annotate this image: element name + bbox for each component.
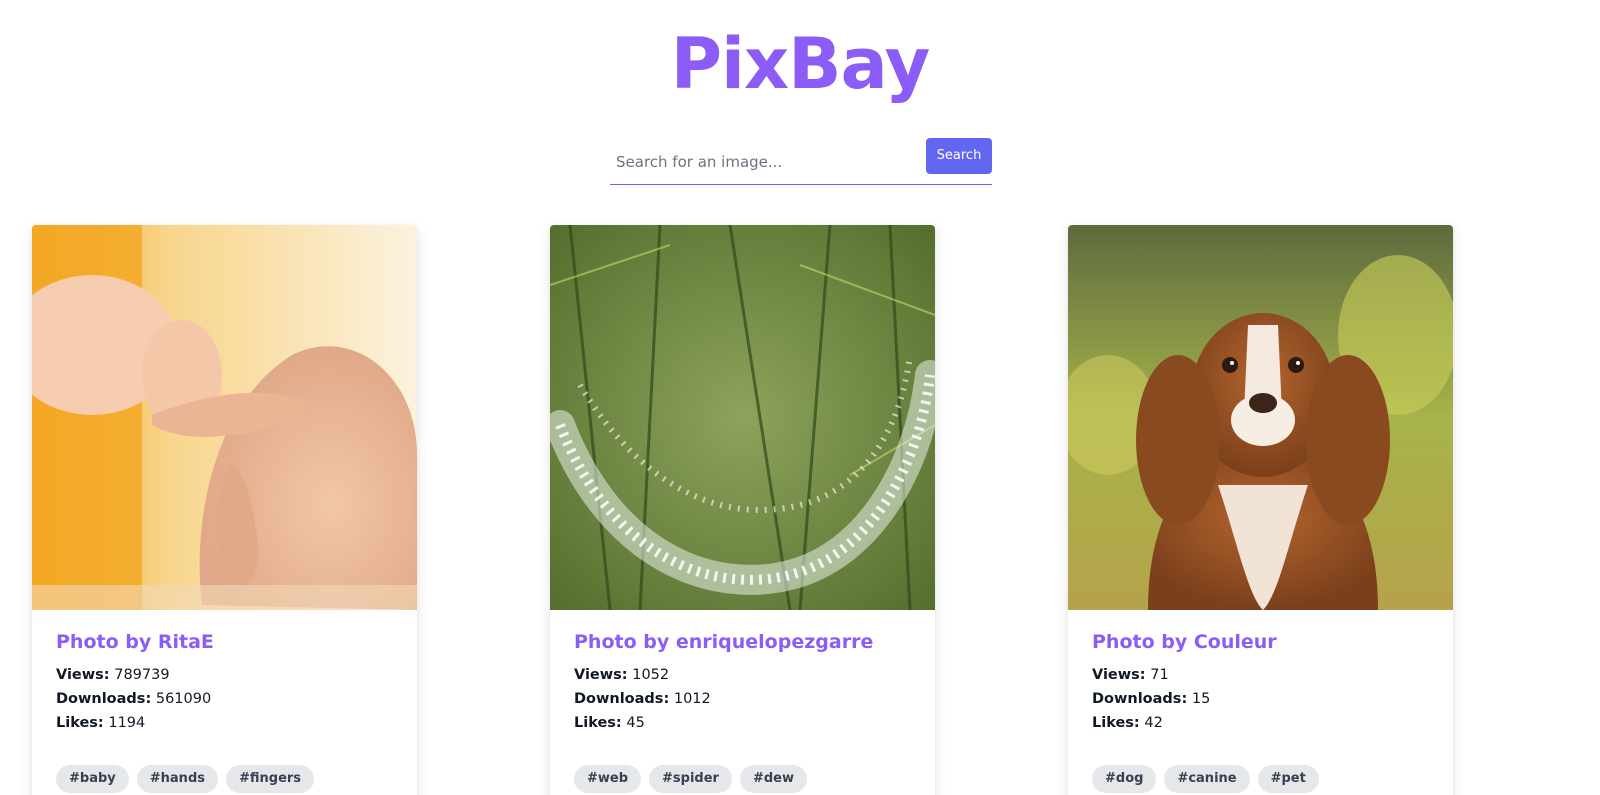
brand-title: PixBay [670,23,931,105]
downloads-stat: Downloads: 561090 [56,687,393,711]
likes-value: 1194 [108,715,146,731]
app: PixBay Search for an image... Search Pho… [0,0,1600,795]
likes-label: Likes: [56,715,104,731]
tag-list: #dog #canine #pet [1092,765,1429,793]
photographer-title[interactable]: Photo by enriquelopezgarre [574,629,911,655]
search-form: Search [610,137,992,185]
image-card[interactable]: Photo by enriquelopezgarre Views: 1052 D… [550,225,935,795]
views-stat: Views: 71 [1092,663,1429,687]
views-label: Views: [574,667,628,683]
tag-chip[interactable]: #spider [649,765,732,793]
likes-label: Likes: [574,715,622,731]
tag-chip[interactable]: #web [574,765,642,793]
downloads-label: Downloads: [1092,691,1188,707]
views-value: 71 [1150,667,1169,683]
search-button[interactable]: Search [926,137,992,174]
photographer-title[interactable]: Photo by RitaE [56,629,393,655]
photo-baby-hands-art [32,225,417,610]
card-body: Photo by enriquelopezgarre Views: 1052 D… [550,610,935,793]
views-value: 789739 [114,667,170,683]
image-card[interactable]: Photo by RitaE Views: 789739 Downloads: … [32,225,417,795]
likes-stat: Likes: 42 [1092,711,1429,735]
photo-baby-hands[interactable] [32,225,417,610]
tag-chip[interactable]: #hands [136,765,218,793]
card-body: Photo by RitaE Views: 789739 Downloads: … [32,610,417,793]
tag-chip[interactable]: #dew [739,765,807,793]
likes-value: 45 [626,715,645,731]
views-value: 1052 [632,667,670,683]
downloads-label: Downloads: [56,691,152,707]
downloads-stat: Downloads: 1012 [574,687,911,711]
tag-chip[interactable]: #fingers [225,765,315,793]
image-card[interactable]: Photo by Couleur Views: 71 Downloads: 15… [1068,225,1453,795]
views-stat: Views: 1052 [574,663,911,687]
tag-chip[interactable]: #dog [1092,765,1157,793]
photo-dew-web[interactable] [550,225,935,610]
downloads-stat: Downloads: 15 [1092,687,1429,711]
photographer-title[interactable]: Photo by Couleur [1092,629,1429,655]
tag-chip[interactable]: #baby [56,765,129,793]
downloads-value: 1012 [673,691,711,707]
likes-stat: Likes: 45 [574,711,911,735]
downloads-value: 561090 [155,691,212,707]
views-label: Views: [1092,667,1146,683]
downloads-label: Downloads: [574,691,670,707]
photo-dog[interactable] [1068,225,1453,610]
tag-chip[interactable]: #pet [1257,765,1319,793]
search-input[interactable] [610,142,926,181]
likes-label: Likes: [1092,715,1140,731]
tag-list: #web #spider #dew [574,765,911,793]
views-label: Views: [56,667,110,683]
likes-stat: Likes: 1194 [56,711,393,735]
photo-dew-web-art [550,225,935,610]
photo-dog-art [1068,225,1453,610]
card-body: Photo by Couleur Views: 71 Downloads: 15… [1068,610,1453,793]
tag-list: #baby #hands #fingers [56,765,393,793]
likes-value: 42 [1144,715,1163,731]
downloads-value: 15 [1191,691,1211,707]
tag-chip[interactable]: #canine [1164,765,1250,793]
views-stat: Views: 789739 [56,663,393,687]
